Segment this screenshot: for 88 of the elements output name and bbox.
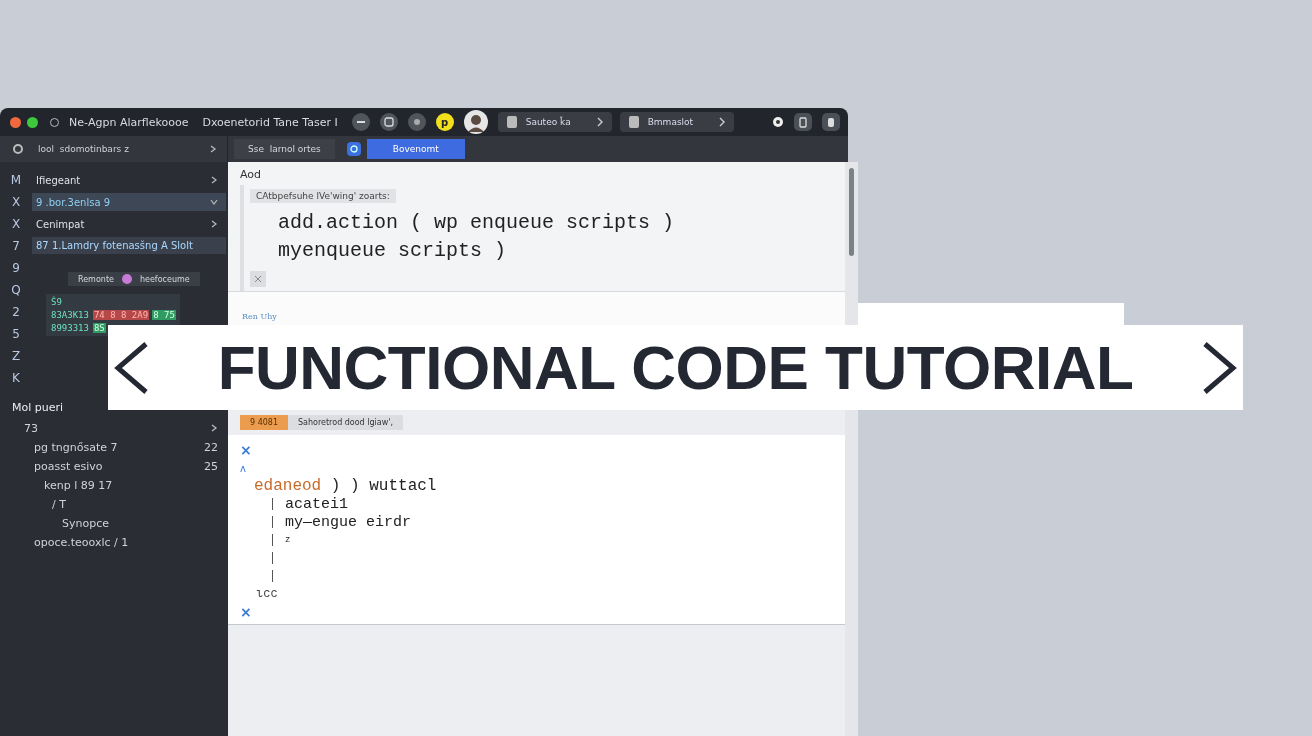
code-token: 8 75: [152, 310, 176, 320]
tree-item[interactable]: / T: [52, 497, 66, 511]
file-icon: [627, 115, 640, 129]
code-caption: CAtbpefsuhe lVe'wing' zoarts:: [250, 189, 396, 203]
line-marker: 7: [12, 238, 20, 255]
gear-icon[interactable]: [12, 143, 24, 155]
tab[interactable]: Sahoretrod dood lgiaw',: [288, 415, 403, 430]
file-icon: [505, 115, 518, 129]
window-title: Ne‑Agpn Alarflekoooe: [69, 115, 189, 129]
tree-item[interactable]: opoce.teooxlc / 1: [34, 535, 129, 549]
tab[interactable]: Bovenomt: [366, 139, 465, 159]
chip-label: Remonte: [78, 274, 114, 284]
line-marker: Z: [11, 348, 21, 365]
code-line: acatei1: [285, 495, 348, 513]
card-icon: [827, 116, 835, 128]
minus-button[interactable]: [351, 113, 370, 131]
code-token: 8993313: [50, 323, 90, 333]
line-marker: 5: [12, 326, 20, 343]
breadcrumb-button[interactable]: Bmmaslot: [619, 112, 734, 132]
record-icon[interactable]: [772, 116, 784, 128]
indent-guide: [272, 516, 273, 528]
chip-tag: heefoceume: [139, 274, 190, 284]
scrollbar-thumb[interactable]: [849, 168, 854, 256]
window-title: Dxoenetorid Tane Taser I: [202, 115, 338, 129]
link[interactable]: Ren Uhy: [242, 312, 277, 321]
chevron-icon: [595, 116, 604, 128]
item-count: 22: [204, 440, 218, 454]
tree-item[interactable]: poasst esivo: [34, 459, 103, 473]
tree-item[interactable]: 73: [24, 421, 38, 435]
sidebar-title: lool sdomotinbars z: [38, 144, 130, 154]
line-marker: M: [10, 172, 22, 189]
line-marker: 9: [12, 260, 20, 277]
chevron-icon: [210, 176, 218, 184]
maximize-button[interactable]: [27, 116, 38, 128]
banner-title: FUNCTIONAL CODE TUTORIAL: [217, 332, 1134, 403]
tree-item[interactable]: Synopce: [62, 516, 109, 530]
indent-guide: [272, 498, 273, 510]
app-icon[interactable]: [346, 142, 361, 156]
highlighted-item[interactable]: 87 1.Lamdry fotenasšng A Slolt: [32, 237, 226, 254]
code-line: my—engue eirdr: [285, 513, 412, 531]
line-marker: X: [11, 194, 21, 211]
tree-item[interactable]: kenp l 89 17: [44, 478, 113, 492]
indent-guide: [272, 534, 273, 546]
code-line: ιcc: [256, 587, 278, 601]
indent-guide: [272, 570, 273, 582]
phone-icon: [799, 116, 807, 128]
close-button[interactable]: [10, 116, 21, 128]
square-icon: [383, 117, 394, 127]
tab[interactable]: Sse larnol ortes: [234, 139, 335, 159]
dot-icon: [411, 117, 422, 127]
note-button[interactable]: [822, 113, 840, 131]
section-title: Mol pueri: [12, 401, 65, 414]
phone-button[interactable]: [794, 113, 812, 131]
tab[interactable]: 9 4081: [240, 415, 288, 430]
sidebar-item[interactable]: Cenimpat: [32, 215, 226, 233]
close-button[interactable]: [250, 271, 266, 287]
editor-label: Aod: [240, 168, 263, 181]
close-icon[interactable]: ×: [240, 443, 252, 457]
code-token: Ŝ9: [50, 297, 63, 307]
chevron-icon: [210, 198, 218, 206]
line-marker: X: [11, 216, 21, 233]
code-line: myenqueue scripts ): [278, 238, 507, 264]
close-icon: [254, 275, 262, 283]
chevron-icon[interactable]: [209, 144, 217, 154]
breadcrumb-button[interactable]: Sauteo ǩa: [497, 112, 612, 132]
sidebar-item[interactable]: Ifiegeant: [32, 171, 226, 189]
avatar-icon[interactable]: [463, 110, 488, 134]
code-token: 74 8 8 2A9: [92, 310, 150, 320]
drop-button[interactable]: [407, 113, 426, 131]
chevron-icon: [210, 220, 218, 228]
code-token: 83A3K13: [50, 310, 90, 320]
chevron-icon: [717, 116, 726, 128]
code-mark: ʌ: [240, 462, 246, 474]
code-line: add.action ( wp enqueue scripts ): [278, 210, 675, 236]
square-button[interactable]: [379, 113, 398, 131]
user-badge[interactable]: p: [435, 113, 454, 131]
code-line: z: [285, 535, 291, 545]
sidebar-item[interactable]: 9 .bor.3enlsa 9: [32, 193, 226, 211]
code-token: 8S: [92, 323, 106, 333]
line-marker: 2: [12, 304, 20, 321]
line-marker: K: [12, 370, 20, 387]
indent-guide: [272, 552, 273, 564]
line-marker: Q: [11, 282, 21, 299]
close-icon[interactable]: ×: [240, 605, 252, 619]
code-line: edaneod ) ) wuttacl: [254, 477, 437, 495]
item-count: 25: [204, 459, 218, 473]
chevron-icon[interactable]: [210, 423, 218, 433]
tree-item[interactable]: pg tngnősate 7: [34, 440, 118, 454]
